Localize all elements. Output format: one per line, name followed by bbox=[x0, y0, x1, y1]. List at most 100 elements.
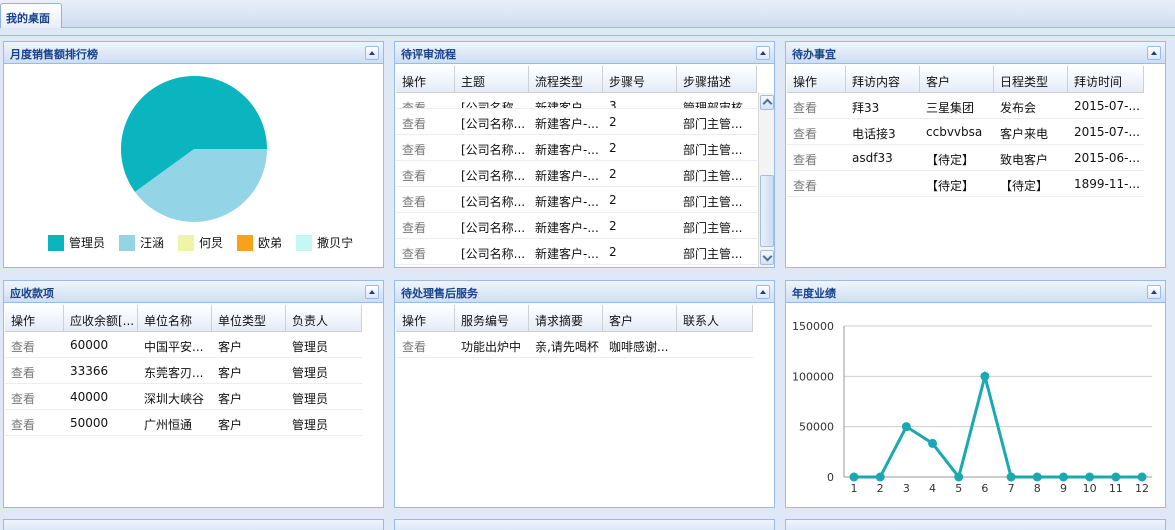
legend-item[interactable]: 撒贝宁 bbox=[296, 234, 353, 251]
column-header[interactable]: 单位类型 bbox=[212, 305, 286, 331]
view-link[interactable]: 查看 bbox=[5, 384, 64, 409]
table-row[interactable]: 查看 [公司名称... 新建客户-... 2 部门主管... bbox=[396, 187, 757, 213]
column-header[interactable]: 应收余额[... bbox=[64, 305, 138, 331]
column-header[interactable]: 负责人 bbox=[286, 305, 362, 331]
table-row[interactable]: 查看 60000 中国平安... 客户 管理员 bbox=[5, 332, 362, 358]
collapse-icon[interactable] bbox=[1147, 46, 1161, 60]
data-point[interactable] bbox=[875, 472, 885, 482]
column-header[interactable]: 操作 bbox=[787, 66, 846, 92]
bottom-panel-middle bbox=[394, 519, 775, 530]
view-link[interactable]: 查看 bbox=[396, 213, 455, 238]
view-link[interactable]: 查看 bbox=[787, 93, 846, 118]
data-point[interactable] bbox=[928, 438, 938, 448]
column-header[interactable]: 客户 bbox=[603, 305, 677, 331]
collapse-icon[interactable] bbox=[1147, 285, 1161, 299]
table-cell: 客户来电 bbox=[1000, 127, 1049, 141]
column-header[interactable]: 客户 bbox=[920, 66, 994, 92]
table-cell: 管理员 bbox=[292, 392, 329, 406]
column-header[interactable]: 操作 bbox=[396, 66, 455, 92]
column-header[interactable]: 联系人 bbox=[677, 305, 753, 331]
scroll-up-icon[interactable] bbox=[760, 95, 774, 110]
view-link[interactable]: 查看 bbox=[787, 171, 846, 196]
view-link[interactable]: 查看 bbox=[5, 410, 64, 435]
column-header[interactable]: 主题 bbox=[455, 66, 529, 92]
data-point[interactable] bbox=[901, 422, 911, 432]
data-point[interactable] bbox=[1137, 472, 1147, 482]
view-link[interactable]: 查看 bbox=[396, 93, 455, 108]
view-link[interactable]: 查看 bbox=[396, 332, 455, 357]
collapse-icon[interactable] bbox=[365, 285, 379, 299]
column-header[interactable]: 操作 bbox=[396, 305, 455, 331]
data-point[interactable] bbox=[1111, 472, 1121, 482]
legend-label: 欧弟 bbox=[258, 236, 283, 250]
table-cell: [公司名称... bbox=[461, 143, 526, 157]
collapse-icon[interactable] bbox=[756, 285, 770, 299]
table-cell: 2 bbox=[609, 141, 617, 155]
table-row[interactable]: 查看 40000 深圳大峡谷 客户 管理员 bbox=[5, 384, 362, 410]
legend-item[interactable]: 何炅 bbox=[178, 234, 223, 251]
table-cell: 新建客户-... bbox=[535, 117, 599, 131]
data-point[interactable] bbox=[1032, 472, 1042, 482]
data-point[interactable] bbox=[1006, 472, 1016, 482]
column-header[interactable]: 步骤描述 bbox=[677, 66, 757, 92]
table-row[interactable]: 查看 [公司名称... 新建客户-... 2 部门主管... bbox=[396, 239, 757, 265]
tab-my-desktop[interactable]: 我的桌面 bbox=[0, 3, 62, 28]
table-row[interactable]: 查看 asdf33 【待定】 致电客户 2015-06-... bbox=[787, 145, 1144, 171]
table-row[interactable]: 查看 [公司名称... 新建客户-... 3 管理部审核 bbox=[396, 93, 757, 109]
view-link[interactable]: 查看 bbox=[787, 145, 846, 170]
legend-item[interactable]: 汪涵 bbox=[119, 234, 164, 251]
table-cell: 东莞客刃... bbox=[144, 366, 204, 380]
collapse-icon[interactable] bbox=[756, 46, 770, 60]
table-row[interactable]: 查看 50000 广州恒通 客户 管理员 bbox=[5, 410, 362, 436]
legend-label: 撒贝宁 bbox=[317, 236, 354, 250]
table-row[interactable]: 查看 [公司名称... 新建客户-... 2 部门主管... bbox=[396, 161, 757, 187]
table-cell: 新建客户-... bbox=[535, 221, 599, 235]
vertical-scrollbar[interactable] bbox=[758, 93, 774, 267]
panel-title: 年度业绩 bbox=[792, 287, 836, 300]
table-row[interactable]: 查看 功能出炉中 亲,请先喝杯 咖啡感谢... bbox=[396, 332, 753, 358]
table-cell: [公司名称... bbox=[461, 169, 526, 183]
table-row[interactable]: 查看 电话接3 ccbvvbsa 客户来电 2015-07-... bbox=[787, 119, 1144, 145]
view-link[interactable]: 查看 bbox=[396, 161, 455, 186]
collapse-icon[interactable] bbox=[365, 46, 379, 60]
pie-chart bbox=[121, 76, 268, 223]
scroll-thumb[interactable] bbox=[760, 175, 774, 247]
legend-item[interactable]: 欧弟 bbox=[237, 234, 282, 251]
table-row[interactable]: 查看 拜33 三星集团 发布会 2015-07-... bbox=[787, 93, 1144, 119]
column-header[interactable]: 日程类型 bbox=[994, 66, 1068, 92]
column-header[interactable]: 流程类型 bbox=[529, 66, 603, 92]
table-row[interactable]: 查看 [公司名称... 新建客户-... 2 部门主管... bbox=[396, 109, 757, 135]
view-link[interactable]: 查看 bbox=[5, 332, 64, 357]
legend-swatch bbox=[237, 234, 254, 251]
x-tick-label: 8 bbox=[1034, 482, 1041, 495]
data-point[interactable] bbox=[980, 371, 990, 381]
view-link[interactable]: 查看 bbox=[5, 358, 64, 383]
view-link[interactable]: 查看 bbox=[396, 109, 455, 134]
x-tick-label: 5 bbox=[955, 482, 962, 495]
table-row[interactable]: 查看 [公司名称... 新建客户-... 2 部门主管... bbox=[396, 213, 757, 239]
column-header[interactable]: 步骤号 bbox=[603, 66, 677, 92]
view-link[interactable]: 查看 bbox=[396, 135, 455, 160]
column-header[interactable]: 拜访内容 bbox=[846, 66, 920, 92]
panel-title: 月度销售额排行榜 bbox=[10, 48, 98, 61]
column-header[interactable]: 单位名称 bbox=[138, 305, 212, 331]
data-point[interactable] bbox=[954, 472, 964, 482]
table-cell: 部门主管... bbox=[683, 169, 743, 183]
table-row[interactable]: 查看 33366 东莞客刃... 客户 管理员 bbox=[5, 358, 362, 384]
column-header[interactable]: 操作 bbox=[5, 305, 64, 331]
view-link[interactable]: 查看 bbox=[396, 187, 455, 212]
data-point[interactable] bbox=[1058, 472, 1068, 482]
table-cell: 1899-11-... bbox=[1074, 177, 1140, 191]
legend-item[interactable]: 管理员 bbox=[48, 234, 105, 251]
column-header[interactable]: 拜访时间 bbox=[1068, 66, 1144, 92]
scroll-down-icon[interactable] bbox=[760, 250, 774, 265]
column-header[interactable]: 服务编号 bbox=[455, 305, 529, 331]
view-link[interactable]: 查看 bbox=[396, 239, 455, 264]
column-header[interactable]: 请求摘要 bbox=[529, 305, 603, 331]
table-cell: 亲,请先喝杯 bbox=[535, 340, 599, 354]
data-point[interactable] bbox=[1085, 472, 1095, 482]
view-link[interactable]: 查看 bbox=[787, 119, 846, 144]
data-point[interactable] bbox=[849, 472, 859, 482]
table-row[interactable]: 查看 [公司名称... 新建客户-... 2 部门主管... bbox=[396, 135, 757, 161]
table-row[interactable]: 查看 【待定】 【待定】 1899-11-... bbox=[787, 171, 1144, 197]
